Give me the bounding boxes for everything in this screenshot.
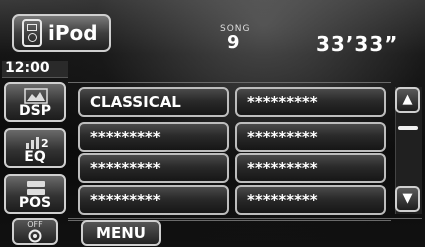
list-item[interactable]: ********* xyxy=(235,153,386,183)
scroll-down-button[interactable]: ▼ xyxy=(395,186,420,212)
ipod-icon xyxy=(22,19,42,47)
pos-label: POS xyxy=(18,195,52,211)
eq-button[interactable]: 2 EQ xyxy=(4,128,66,168)
scrollbar-thumb[interactable] xyxy=(398,126,418,130)
off-label: OFF xyxy=(27,220,43,229)
source-label: iPod xyxy=(48,21,98,45)
list-item[interactable]: ********* xyxy=(78,185,229,215)
clock: 12:00 xyxy=(2,60,68,78)
eq-label: EQ xyxy=(24,149,46,165)
seat-position-icon xyxy=(27,181,45,195)
scroll-up-button[interactable]: ▲ xyxy=(395,87,420,113)
list-item[interactable]: ********* xyxy=(235,87,386,117)
equalizer-icon: 2 xyxy=(26,137,48,150)
list-item[interactable]: ********* xyxy=(78,122,229,152)
triangle-up-icon: ▲ xyxy=(402,92,413,107)
dsp-label: DSP xyxy=(19,103,51,119)
list-item[interactable]: CLASSICAL xyxy=(78,87,229,117)
menu-button[interactable]: MENU xyxy=(81,220,161,246)
triangle-down-icon: ▼ xyxy=(402,191,413,206)
list-item[interactable]: ********* xyxy=(235,185,386,215)
dsp-icon xyxy=(24,88,48,104)
power-icon xyxy=(28,229,42,243)
dsp-button[interactable]: DSP xyxy=(4,82,66,122)
list-item[interactable]: ********* xyxy=(235,122,386,152)
clock-text: 12:00 xyxy=(5,60,50,76)
pos-button[interactable]: POS xyxy=(4,174,66,214)
elapsed-time: 33’33” xyxy=(316,32,399,56)
list-item[interactable]: ********* xyxy=(78,153,229,183)
divider xyxy=(68,218,422,219)
song-number: 9 xyxy=(227,32,240,53)
off-button[interactable]: OFF xyxy=(12,218,58,245)
source-ipod-button[interactable]: iPod xyxy=(12,14,111,52)
